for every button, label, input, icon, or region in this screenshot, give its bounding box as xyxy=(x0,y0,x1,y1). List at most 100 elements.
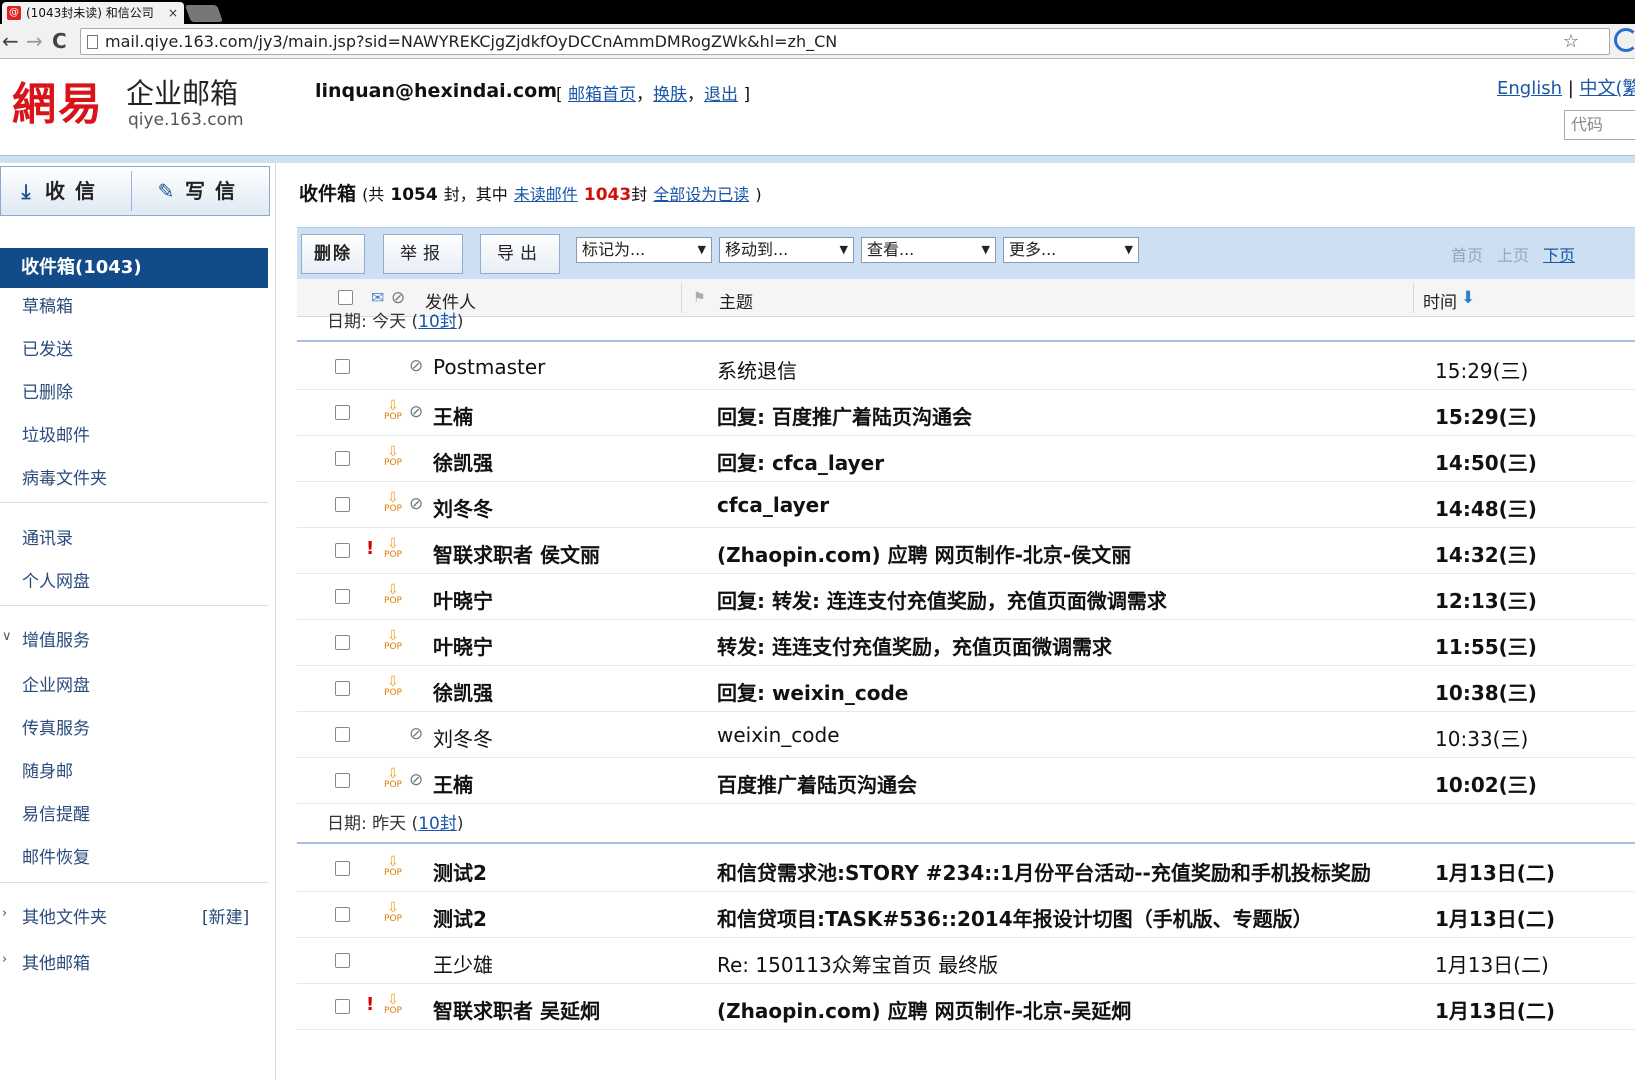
extension-icon[interactable] xyxy=(1614,28,1635,52)
table-row[interactable]: ⇩ POP 测试2 和信贷需求池:STORY #234::1月份平台活动--充值奖励和… xyxy=(297,846,1635,892)
pager-prev[interactable]: 上页 xyxy=(1497,242,1529,266)
sidebar-item-inbox[interactable]: 收件箱(1043) xyxy=(0,248,268,288)
sidebar-item-virus[interactable]: 病毒文件夹 xyxy=(22,464,107,489)
compose-button[interactable]: ✎ 写信 xyxy=(153,167,245,215)
mail-sender[interactable]: 徐凯强 xyxy=(433,677,493,706)
more-select[interactable]: 更多... ▼ xyxy=(1003,237,1139,263)
sidebar-item-deleted[interactable]: 已删除 xyxy=(22,378,73,403)
table-row[interactable]: ⊘ Postmaster 系统退信 15:29(三) xyxy=(297,344,1635,390)
mail-subject[interactable]: Re: 150113众筹宝首页 最终版 xyxy=(717,949,998,978)
chevron-right-icon[interactable]: › xyxy=(2,906,7,921)
chevron-right-icon[interactable]: › xyxy=(2,952,7,967)
sidebar-item-fax[interactable]: 传真服务 xyxy=(22,714,90,739)
date-count-link[interactable]: 10封 xyxy=(418,312,457,332)
mail-sender[interactable]: 智联求职者 吴延炯 xyxy=(433,995,600,1024)
sidebar-item-enterprise-disk[interactable]: 企业网盘 xyxy=(22,671,90,696)
mark-as-select[interactable]: 标记为... ▼ xyxy=(576,237,712,263)
table-row[interactable]: ! ⇩ POP 智联求职者 侯文丽 (Zhaopin.com) 应聘 网页制作-北京-侯… xyxy=(297,528,1635,574)
row-checkbox[interactable] xyxy=(335,405,350,420)
row-checkbox[interactable] xyxy=(335,589,350,604)
mail-sender[interactable]: 刘冬冬 xyxy=(433,493,493,522)
delete-button[interactable]: 删除 xyxy=(301,234,365,274)
lang-english[interactable]: English xyxy=(1497,78,1562,99)
reload-icon[interactable]: C xyxy=(52,30,67,52)
sidebar-item-other-mailboxes[interactable]: 其他邮箱 xyxy=(22,949,90,974)
table-row[interactable]: ⇩ POP 叶晓宁 转发: 连连支付充值奖励，充值页面微调需求 11:55(三) xyxy=(297,620,1635,666)
row-checkbox[interactable] xyxy=(335,953,350,968)
new-folder-link[interactable]: [新建] xyxy=(202,903,249,928)
mail-subject[interactable]: 百度推广着陆页沟通会 xyxy=(717,769,917,798)
mail-subject[interactable]: (Zhaopin.com) 应聘 网页制作-北京-侯文丽 xyxy=(717,539,1131,568)
sidebar-item-mobile-mail[interactable]: 随身邮 xyxy=(22,757,73,782)
bookmark-star-icon[interactable]: ☆ xyxy=(1563,29,1579,54)
mail-subject[interactable]: 转发: 连连支付充值奖励，充值页面微调需求 xyxy=(717,631,1112,660)
pager-next[interactable]: 下页 xyxy=(1543,242,1575,266)
mail-sender[interactable]: 测试2 xyxy=(433,857,487,886)
mail-sender[interactable]: 叶晓宁 xyxy=(433,631,493,660)
row-checkbox[interactable] xyxy=(335,907,350,922)
table-row[interactable]: ! ⇩ POP 智联求职者 吴延炯 (Zhaopin.com) 应聘 网页制作-北京-吴… xyxy=(297,984,1635,1030)
mail-subject[interactable]: 回复: 转发: 连连支付充值奖励，充值页面微调需求 xyxy=(717,585,1167,614)
sidebar-item-recovery[interactable]: 邮件恢复 xyxy=(22,843,90,868)
sidebar-item-sent[interactable]: 已发送 xyxy=(22,335,73,360)
mail-subject[interactable]: 和信贷需求池:STORY #234::1月份平台活动--充值奖励和手机投标奖励 xyxy=(717,857,1371,886)
table-row[interactable]: ⇩ POP 徐凯强 回复: cfca_layer 14:50(三) xyxy=(297,436,1635,482)
mail-sender[interactable]: 徐凯强 xyxy=(433,447,493,476)
mail-subject[interactable]: (Zhaopin.com) 应聘 网页制作-北京-吴延炯 xyxy=(717,995,1131,1024)
new-tab-button[interactable] xyxy=(184,5,224,22)
mail-sender[interactable]: 王少雄 xyxy=(433,949,493,978)
sidebar-item-yixin[interactable]: 易信提醒 xyxy=(22,800,90,825)
mail-subject[interactable]: cfca_layer xyxy=(717,493,829,517)
table-row[interactable]: ⇩ POP ⊘ 王楠 回复: 百度推广着陆页沟通会 15:29(三) xyxy=(297,390,1635,436)
url-field[interactable]: mail.qiye.163.com/jy3/main.jsp?sid=NAWYR… xyxy=(80,28,1610,55)
sidebar-item-other-folders[interactable]: 其他文件夹 xyxy=(22,903,107,928)
table-row[interactable]: 王少雄 Re: 150113众筹宝首页 最终版 1月13日(二) xyxy=(297,938,1635,984)
unread-mail-link[interactable]: 未读邮件 xyxy=(514,185,578,204)
mail-subject[interactable]: 和信贷项目:TASK#536::2014年报设计切图（手机版、专题版） xyxy=(717,903,1313,932)
mail-sender[interactable]: Postmaster xyxy=(433,355,545,379)
view-select[interactable]: 查看... ▼ xyxy=(861,237,996,263)
sidebar-item-spam[interactable]: 垃圾邮件 xyxy=(22,421,90,446)
table-row[interactable]: ⇩ POP ⊘ 王楠 百度推广着陆页沟通会 10:02(三) xyxy=(297,758,1635,804)
browser-tab[interactable]: @ (1043封未读) 和信公司 × xyxy=(2,2,184,24)
mail-sender[interactable]: 智联求职者 侯文丽 xyxy=(433,539,600,568)
row-checkbox[interactable] xyxy=(335,861,350,876)
move-to-select[interactable]: 移动到... ▼ xyxy=(719,237,854,263)
table-row[interactable]: ⇩ POP ⊘ 刘冬冬 cfca_layer 14:48(三) xyxy=(297,482,1635,528)
link-logout[interactable]: 退出 xyxy=(704,85,738,105)
mail-sender[interactable]: 叶晓宁 xyxy=(433,585,493,614)
row-checkbox[interactable] xyxy=(335,451,350,466)
forward-icon[interactable]: → xyxy=(26,30,43,52)
mark-all-read-link[interactable]: 全部设为已读 xyxy=(653,185,749,204)
row-checkbox[interactable] xyxy=(335,999,350,1014)
logo[interactable]: 網易 xyxy=(12,80,104,130)
table-row[interactable]: ⇩ POP 测试2 和信贷项目:TASK#536::2014年报设计切图（手机版、专题… xyxy=(297,892,1635,938)
mail-sender[interactable]: 刘冬冬 xyxy=(433,723,493,752)
sidebar-item-contacts[interactable]: 通讯录 xyxy=(22,524,73,549)
receive-button[interactable]: ⤓ 收信 xyxy=(13,167,105,215)
mail-subject[interactable]: 回复: cfca_layer xyxy=(717,447,884,476)
mail-subject[interactable]: 系统退信 xyxy=(717,355,797,384)
row-checkbox[interactable] xyxy=(335,635,350,650)
code-input[interactable]: 代码 xyxy=(1564,110,1635,140)
mail-sender[interactable]: 测试2 xyxy=(433,903,487,932)
export-button[interactable]: 导出 xyxy=(480,234,560,274)
mail-subject[interactable]: weixin_code xyxy=(717,723,840,747)
mail-subject[interactable]: 回复: weixin_code xyxy=(717,677,908,706)
mail-sender[interactable]: 王楠 xyxy=(433,401,473,430)
sidebar-section-value-added[interactable]: 增值服务 xyxy=(22,626,90,651)
row-checkbox[interactable] xyxy=(335,773,350,788)
chevron-down-icon[interactable]: ∨ xyxy=(2,629,12,644)
row-checkbox[interactable] xyxy=(335,497,350,512)
mail-sender[interactable]: 王楠 xyxy=(433,769,473,798)
lang-chinese[interactable]: 中文(繁 xyxy=(1580,78,1635,99)
table-row[interactable]: ⇩ POP 徐凯强 回复: weixin_code 10:38(三) xyxy=(297,666,1635,712)
row-checkbox[interactable] xyxy=(335,543,350,558)
table-row[interactable]: ⊘ 刘冬冬 weixin_code 10:33(三) xyxy=(297,712,1635,758)
link-skin[interactable]: 换肤 xyxy=(653,85,687,105)
report-button[interactable]: 举报 xyxy=(383,234,463,274)
back-icon[interactable]: ← xyxy=(2,30,19,52)
sidebar-item-drafts[interactable]: 草稿箱 xyxy=(22,292,73,317)
sidebar-item-netdisk[interactable]: 个人网盘 xyxy=(22,567,90,592)
tab-close-icon[interactable]: × xyxy=(168,2,178,24)
